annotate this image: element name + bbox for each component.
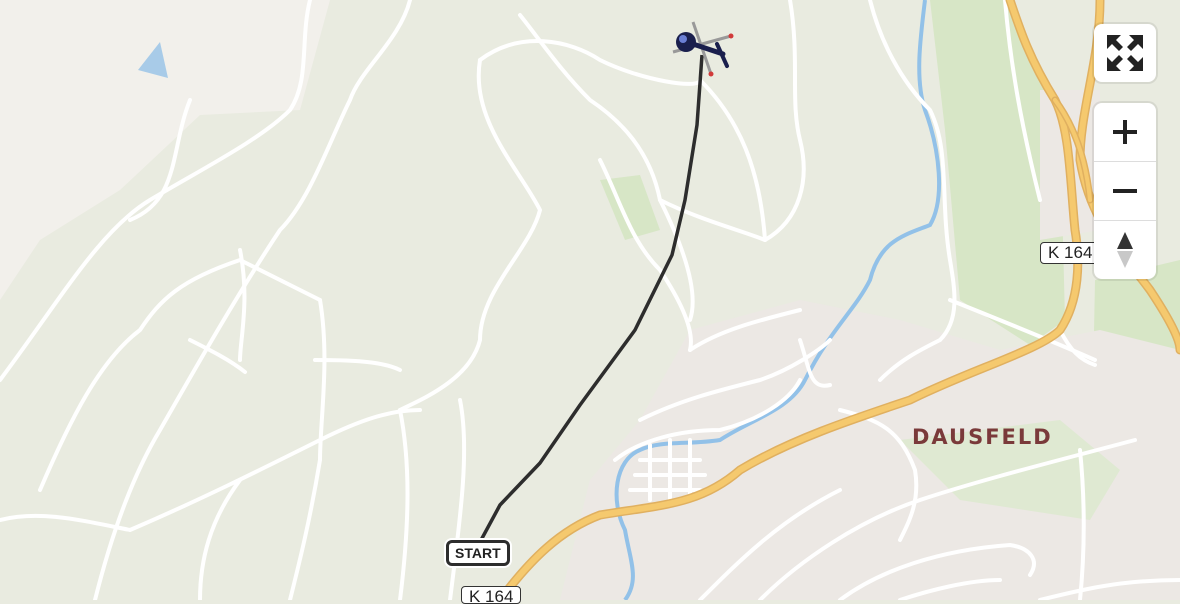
plus-icon: [1113, 120, 1137, 144]
zoom-in-button[interactable]: [1094, 103, 1156, 161]
fullscreen-button[interactable]: [1094, 24, 1156, 82]
minus-icon: [1113, 189, 1137, 193]
fullscreen-control[interactable]: [1094, 24, 1156, 82]
zoom-out-button[interactable]: [1094, 161, 1156, 220]
road-label-k164-east: K 164: [1040, 242, 1101, 264]
map-canvas[interactable]: [0, 0, 1180, 600]
compass-button[interactable]: [1094, 220, 1156, 279]
route-start-label[interactable]: START: [446, 540, 510, 566]
zoom-controls: [1094, 103, 1156, 279]
north-arrow-icon: [1117, 232, 1133, 268]
place-label-dausfeld: DAUSFELD: [912, 425, 1053, 449]
expand-arrows-icon: [1107, 35, 1143, 71]
road-label-k164-south: K 164: [461, 586, 522, 604]
